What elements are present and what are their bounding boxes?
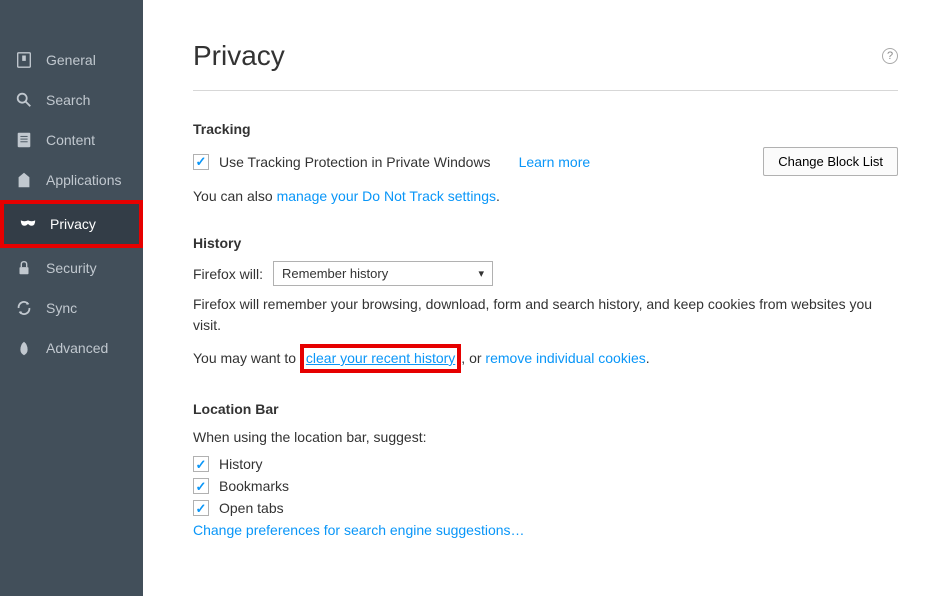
dnt-prefix: You can also (193, 188, 277, 204)
firefox-will-label: Firefox will: (193, 266, 263, 282)
learn-more-link[interactable]: Learn more (519, 154, 591, 170)
help-icon[interactable]: ? (882, 48, 898, 64)
may-want-prefix: You may want to (193, 350, 300, 366)
clear-history-link[interactable]: clear your recent history (306, 350, 455, 366)
applications-icon (14, 170, 34, 190)
sidebar-item-label: Content (46, 132, 95, 148)
suggest-history-label: History (219, 456, 263, 472)
change-block-list-button[interactable]: Change Block List (763, 147, 898, 176)
sidebar: General Search Content Applications Priv… (0, 0, 143, 596)
sidebar-item-label: Search (46, 92, 90, 108)
manage-dnt-link[interactable]: manage your Do Not Track settings (277, 188, 496, 204)
main-content: Privacy ? Tracking Use Tracking Protecti… (143, 0, 938, 596)
sidebar-item-label: Applications (46, 172, 122, 188)
tracking-title: Tracking (193, 121, 898, 137)
location-bar-section: Location Bar When using the location bar… (193, 401, 898, 538)
content-icon (14, 130, 34, 150)
location-bar-suggest-text: When using the location bar, suggest: (193, 427, 898, 448)
location-bar-title: Location Bar (193, 401, 898, 417)
history-title: History (193, 235, 898, 251)
highlight-privacy: Privacy (0, 200, 143, 248)
history-mode-select[interactable]: Remember history (273, 261, 493, 286)
history-remember-text: Firefox will remember your browsing, dow… (193, 294, 898, 336)
sidebar-item-label: Security (46, 260, 97, 276)
sidebar-item-label: Privacy (50, 216, 96, 232)
sidebar-item-search[interactable]: Search (0, 80, 143, 120)
general-icon (14, 50, 34, 70)
history-section: History Firefox will: Remember history F… (193, 235, 898, 373)
sidebar-item-label: Advanced (46, 340, 108, 356)
lock-icon (14, 258, 34, 278)
change-search-suggestions-link[interactable]: Change preferences for search engine sug… (193, 522, 525, 538)
highlight-clear-history: clear your recent history (300, 344, 461, 373)
suggest-bookmarks-checkbox[interactable] (193, 478, 209, 494)
dnt-text: You can also manage your Do Not Track se… (193, 186, 898, 207)
page-title: Privacy (193, 40, 285, 72)
suggest-open-tabs-checkbox[interactable] (193, 500, 209, 516)
suggest-bookmarks-label: Bookmarks (219, 478, 289, 494)
sidebar-item-label: Sync (46, 300, 77, 316)
page-header: Privacy ? (193, 40, 898, 91)
sidebar-item-sync[interactable]: Sync (0, 288, 143, 328)
sidebar-item-general[interactable]: General (0, 40, 143, 80)
privacy-mask-icon (18, 214, 38, 234)
advanced-icon (14, 338, 34, 358)
dnt-suffix: . (496, 188, 500, 204)
tracking-protection-label: Use Tracking Protection in Private Windo… (219, 154, 491, 170)
sidebar-item-content[interactable]: Content (0, 120, 143, 160)
sidebar-item-advanced[interactable]: Advanced (0, 328, 143, 368)
search-icon (14, 90, 34, 110)
history-suffix: . (646, 350, 650, 366)
tracking-protection-checkbox[interactable] (193, 154, 209, 170)
between-text: , or (461, 350, 485, 366)
history-links-para: You may want to clear your recent histor… (193, 344, 898, 373)
sidebar-item-label: General (46, 52, 96, 68)
history-mode-value: Remember history (282, 266, 388, 281)
tracking-section: Tracking Use Tracking Protection in Priv… (193, 121, 898, 207)
sync-icon (14, 298, 34, 318)
remove-cookies-link[interactable]: remove individual cookies (485, 350, 645, 366)
suggest-history-checkbox[interactable] (193, 456, 209, 472)
sidebar-item-privacy[interactable]: Privacy (4, 204, 139, 244)
sidebar-item-security[interactable]: Security (0, 248, 143, 288)
sidebar-item-applications[interactable]: Applications (0, 160, 143, 200)
suggest-open-tabs-label: Open tabs (219, 500, 284, 516)
